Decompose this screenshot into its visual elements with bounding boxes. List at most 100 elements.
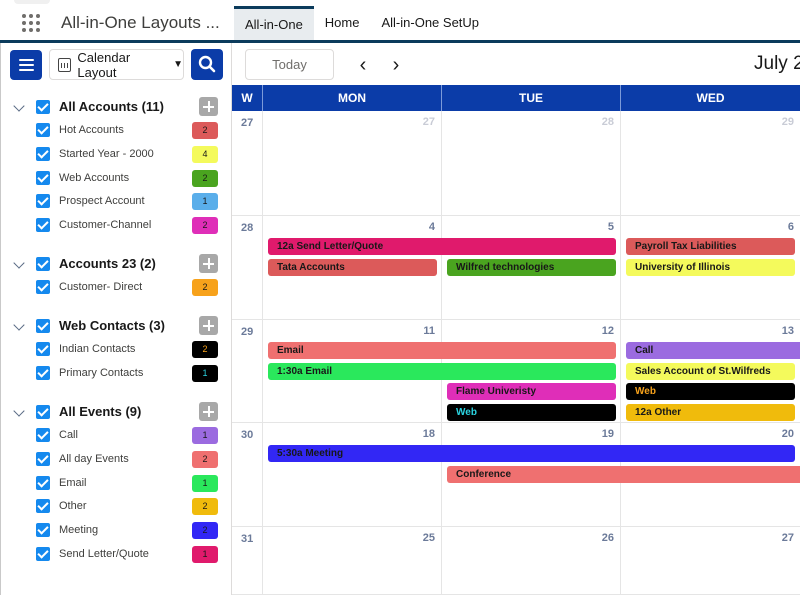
calendar-icon [58, 57, 72, 72]
day-cell[interactable]: 29 [621, 111, 800, 215]
calendar-header: W MON TUE WED [232, 85, 800, 111]
app-launcher-icon[interactable] [22, 14, 40, 32]
week-row: 28 4 5 6 12a Send Letter/Quote Tata Accounts W… [232, 216, 800, 320]
month-title: July 2 [754, 53, 800, 74]
item-checkbox[interactable] [36, 475, 50, 490]
filter-item-label: Hot Accounts [59, 124, 124, 136]
calendar-event[interactable]: Payroll Tax Liabilities [626, 238, 795, 255]
week-number: 28 [232, 216, 263, 319]
item-checkbox[interactable] [36, 365, 50, 380]
filter-item-label: Send Letter/Quote [59, 547, 149, 560]
day-number[interactable]: 27 [782, 532, 794, 544]
group-checkbox[interactable] [36, 100, 50, 114]
item-checkbox[interactable] [36, 428, 50, 442]
chevron-down-icon[interactable] [13, 319, 25, 331]
day-number[interactable]: 12 [602, 325, 614, 337]
day-number[interactable]: 25 [423, 532, 435, 544]
chevron-down-icon[interactable] [13, 100, 25, 112]
calendar-event[interactable]: Email [268, 342, 616, 359]
day-cell[interactable]: 18 [263, 423, 442, 526]
group-checkbox[interactable] [36, 257, 50, 271]
item-checkbox[interactable] [36, 123, 50, 137]
day-number[interactable]: 5 [608, 221, 614, 233]
day-number[interactable]: 26 [602, 532, 614, 544]
calendar-event[interactable]: Tata Accounts [268, 258, 437, 276]
calendar-event[interactable]: University of Illinois [626, 258, 795, 276]
header-week: W [232, 85, 263, 111]
nav-tab-setup[interactable]: All-in-One SetUp [370, 6, 490, 40]
filter-item: Customer- Direct 2 [0, 277, 232, 301]
next-month-button[interactable]: › [386, 54, 406, 76]
chevron-down-icon[interactable] [13, 405, 25, 417]
item-checkbox[interactable] [36, 170, 50, 185]
filter-item-label: Started Year - 2000 [59, 147, 154, 160]
calendar-event[interactable]: 12a Send Letter/Quote [268, 238, 616, 255]
add-filter-button[interactable] [199, 316, 218, 335]
day-cell[interactable]: 28 [442, 111, 621, 215]
nav-tab-home[interactable]: Home [314, 6, 371, 40]
day-number[interactable]: 20 [782, 428, 794, 440]
chevron-down-icon[interactable] [13, 257, 25, 269]
calendar-event[interactable]: 12a Other [626, 403, 795, 421]
day-cell[interactable]: 27 [263, 111, 442, 215]
filter-item: Email 1 [0, 473, 232, 497]
calendar-event[interactable]: Call [626, 342, 800, 359]
item-checkbox[interactable] [36, 194, 50, 209]
add-filter-button[interactable] [199, 97, 218, 116]
filter-group: Web Contacts (3) Indian Contacts 2 Primary … [0, 315, 232, 387]
count-badge: 2 [192, 522, 218, 540]
day-number[interactable]: 19 [602, 428, 614, 440]
day-number[interactable]: 11 [423, 325, 435, 337]
filter-item-label: Primary Contacts [59, 366, 144, 379]
caret-down-icon: ▼ [173, 59, 183, 70]
item-checkbox[interactable] [36, 342, 50, 356]
day-cell[interactable]: 25 [263, 527, 442, 594]
week-number: 27 [232, 111, 263, 215]
search-button[interactable] [191, 49, 223, 80]
day-cell[interactable]: 26 [442, 527, 621, 594]
nav-tab-all-in-one[interactable]: All-in-One [234, 6, 314, 40]
calendar-event[interactable]: Flame Univeristy [447, 383, 616, 400]
day-number[interactable]: 29 [782, 116, 794, 128]
group-title: All Events (9) [59, 404, 142, 419]
item-checkbox[interactable] [36, 499, 50, 514]
add-filter-button[interactable] [199, 254, 218, 273]
week-number: 29 [232, 320, 263, 422]
item-checkbox[interactable] [36, 451, 50, 466]
item-checkbox[interactable] [36, 218, 50, 233]
today-button[interactable]: Today [245, 49, 334, 80]
calendar-event[interactable]: Web [626, 383, 795, 400]
hamburger-icon [18, 59, 34, 61]
filter-item: Web Accounts 2 [0, 168, 232, 192]
prev-month-button[interactable]: ‹ [353, 54, 373, 76]
calendar-event[interactable]: 5:30a Meeting [268, 445, 795, 462]
menu-toggle-button[interactable] [10, 50, 42, 80]
day-number[interactable]: 18 [423, 428, 435, 440]
filter-item-label: Web Accounts [59, 171, 130, 184]
calendar-event[interactable]: 1:30a Email [268, 362, 616, 380]
day-number[interactable]: 28 [602, 116, 614, 128]
day-number[interactable]: 27 [423, 116, 435, 128]
group-checkbox[interactable] [36, 319, 50, 333]
item-checkbox[interactable] [36, 146, 50, 161]
calendar-event[interactable]: Sales Account of St.Wilfreds [626, 362, 795, 380]
day-cell[interactable]: 27 [621, 527, 800, 594]
week-row: 29 11 12 13 Email 1:30a Email Flame Univeristy… [232, 320, 800, 423]
group-checkbox[interactable] [36, 405, 50, 419]
calendar-event[interactable]: Conference [447, 465, 800, 483]
day-number[interactable]: 6 [788, 221, 794, 233]
layout-select[interactable]: Calendar Layout ▼ [49, 49, 184, 80]
filter-item-label: Prospect Account [59, 195, 145, 208]
calendar-event[interactable]: Wilfred technologies [447, 258, 616, 276]
item-checkbox[interactable] [36, 280, 50, 294]
count-badge: 2 [192, 279, 218, 296]
count-badge: 2 [192, 122, 218, 139]
calendar-event[interactable]: Web [447, 403, 616, 421]
add-filter-button[interactable] [199, 402, 218, 421]
item-checkbox[interactable] [36, 523, 50, 538]
filter-item: Customer-Channel 2 [0, 215, 232, 239]
item-checkbox[interactable] [36, 546, 50, 561]
day-number[interactable]: 4 [429, 221, 435, 233]
nav-tabs: All-in-One Home All-in-One SetUp [234, 6, 490, 40]
day-number[interactable]: 13 [782, 325, 794, 337]
